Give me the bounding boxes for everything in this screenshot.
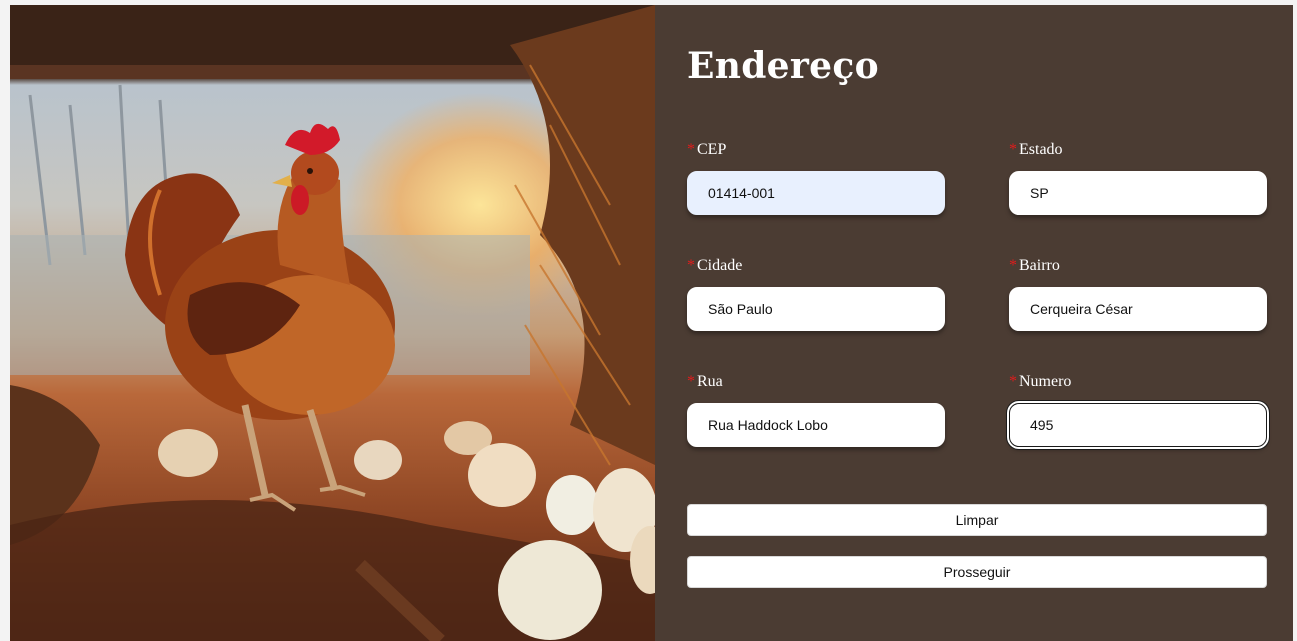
chicken-wattle [291, 185, 309, 215]
hero-photo [10, 5, 655, 641]
bairro-field-group: * Bairro [1009, 257, 1267, 331]
egg [546, 475, 598, 535]
address-form-panel: Endereço *CEP *Estado *Cidade *Bairro *R… [655, 5, 1293, 641]
numero-label: * Numero [1009, 373, 1267, 393]
cidade-input[interactable] [687, 287, 945, 331]
required-mark: * [1009, 257, 1017, 274]
chicken-comb [285, 123, 340, 155]
cidade-label: * Cidade [687, 257, 945, 277]
egg [354, 440, 402, 480]
rua-input[interactable] [687, 403, 945, 447]
numero-label-text: Numero [1019, 373, 1072, 390]
cep-input[interactable] [687, 171, 945, 215]
required-mark: * [687, 373, 695, 390]
cidade-field-group: * Cidade [687, 257, 945, 331]
chicken-beak [272, 175, 292, 187]
estado-field-group: * Estado [1009, 141, 1267, 215]
chicken-eye [307, 168, 313, 174]
rua-label: * Rua [687, 373, 945, 393]
estado-label-text: Estado [1019, 141, 1063, 158]
required-mark: * [1009, 141, 1017, 158]
required-mark: * [687, 141, 695, 158]
bairro-label: * Bairro [1009, 257, 1267, 277]
numero-input[interactable] [1009, 403, 1267, 447]
cep-label: * CEP [687, 141, 945, 161]
numero-field-group: * Numero [1009, 373, 1267, 447]
roof-edge [10, 65, 530, 79]
egg [498, 540, 602, 640]
cep-label-text: CEP [697, 141, 727, 158]
estado-label: * Estado [1009, 141, 1267, 161]
address-page: Endereço *CEP *Estado *Cidade *Bairro *R… [10, 5, 1293, 641]
egg [158, 429, 218, 477]
proceed-button[interactable]: Prosseguir [687, 556, 1267, 588]
required-mark: * [1009, 373, 1017, 390]
bairro-input[interactable] [1009, 287, 1267, 331]
estado-input[interactable] [1009, 171, 1267, 215]
page-title: Endereço [687, 45, 879, 87]
bairro-label-text: Bairro [1019, 257, 1060, 274]
cep-field-group: * CEP [687, 141, 945, 215]
rua-label-text: Rua [697, 373, 723, 390]
egg [468, 443, 536, 507]
required-mark: * [687, 257, 695, 274]
chicken-photo-illustration [10, 5, 655, 641]
hay-wall [510, 5, 655, 465]
rua-field-group: * Rua [687, 373, 945, 447]
cidade-label-text: Cidade [697, 257, 743, 274]
clear-button[interactable]: Limpar [687, 504, 1267, 536]
